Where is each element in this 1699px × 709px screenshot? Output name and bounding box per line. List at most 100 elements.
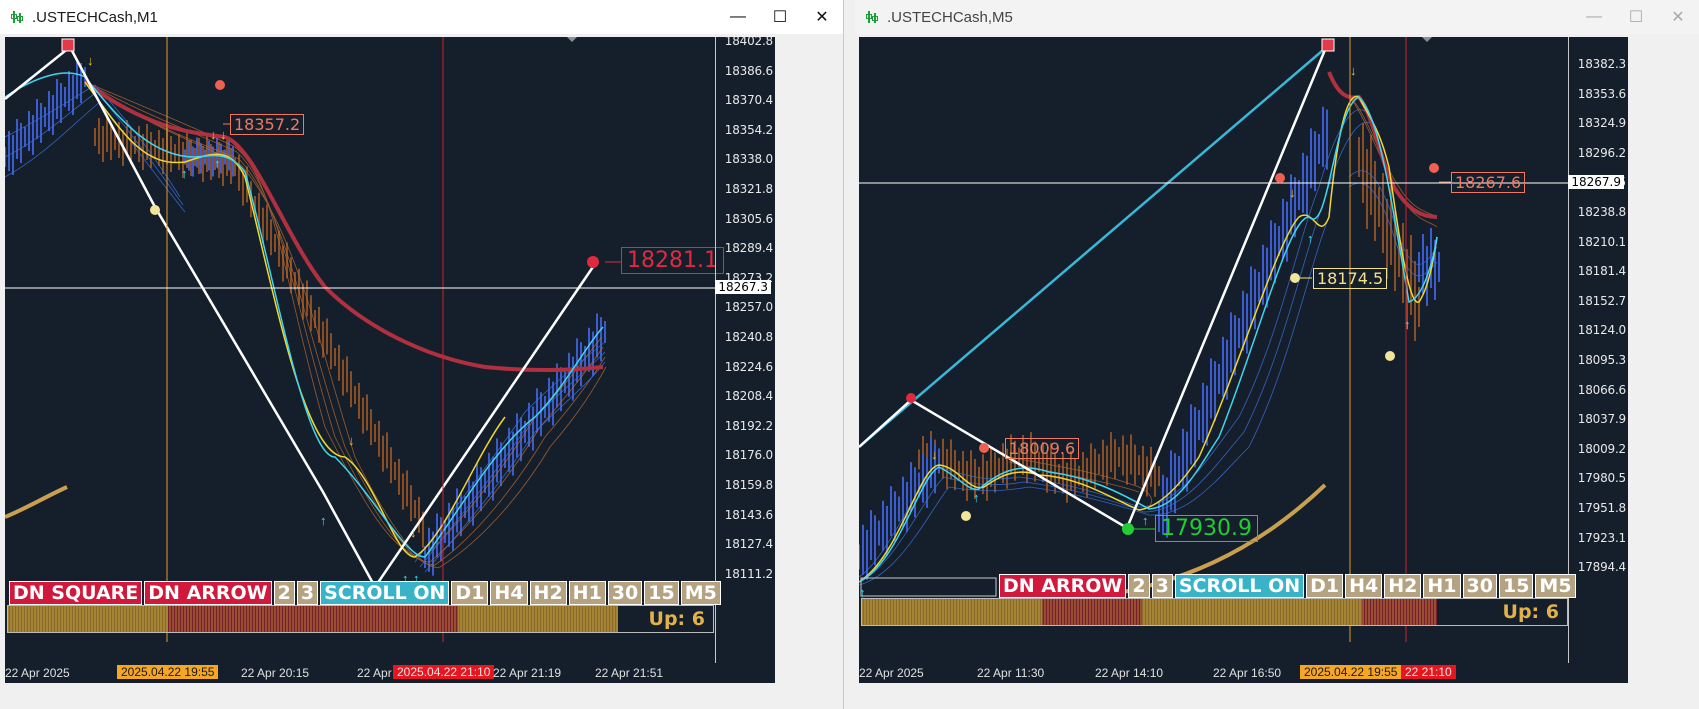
price-tick: 18257.0 xyxy=(724,300,773,315)
time-axis[interactable]: 22 Apr 2025 22 Apr 11:30 22 Apr 14:10 22… xyxy=(859,663,1628,683)
marker-dot-yellow xyxy=(961,511,971,521)
price-chart-m5[interactable]: ↓ ↓ ↓ ↓ ↑ ↑ ↑ ↑ ↑ 18267.6 18174.5 18009.… xyxy=(859,37,1628,683)
minimize-button[interactable]: — xyxy=(1573,0,1615,34)
price-tick: 17951.8 xyxy=(1577,501,1626,515)
toolbar-button-15[interactable]: 15 xyxy=(644,581,679,605)
toolbar-button-15[interactable]: 15 xyxy=(1498,574,1534,598)
toolbar-button-h2[interactable]: H2 xyxy=(1384,574,1422,598)
toolbar-button-h1[interactable]: H1 xyxy=(1423,574,1461,598)
toolbar-button-h4[interactable]: H4 xyxy=(1345,574,1383,598)
chart-window-m1[interactable]: .USTECHCash,M1 — ☐ ✕ ↓ ↓ ↓ ↓ ↓ ↑ ↑ ↑ ↑ ↑… xyxy=(0,0,844,709)
toolbar-button-scroll-on[interactable]: SCROLL ON xyxy=(320,581,450,605)
toolbar-button-dn-arrow[interactable]: DN ARROW xyxy=(999,574,1127,598)
price-label-peak: 18357.2 xyxy=(230,114,305,135)
toolbar-button-m5[interactable]: M5 xyxy=(1535,574,1576,598)
toolbar-button-3[interactable]: 3 xyxy=(1151,574,1173,598)
toolbar-button-3[interactable]: 3 xyxy=(296,581,319,605)
status-strip: Up: 6 xyxy=(7,605,714,633)
up-count: Up: 6 xyxy=(1502,601,1559,623)
price-label-high: 18267.6 xyxy=(1451,172,1526,193)
marker-dot-red xyxy=(587,256,599,268)
toolbar-button-m5[interactable]: M5 xyxy=(680,581,721,605)
toolbar-button-h4[interactable]: H4 xyxy=(490,581,528,605)
toolbar-button-2[interactable]: 2 xyxy=(1128,574,1150,598)
histogram-strip xyxy=(8,606,713,632)
marker-dot-orange xyxy=(215,80,225,90)
time-label: 22 Apr 21:51 xyxy=(595,666,664,680)
price-tick: 18338.0 xyxy=(724,152,773,167)
toolbar-button-2[interactable]: 2 xyxy=(273,581,295,605)
time-label: 22 Apr 11:30 xyxy=(977,666,1045,680)
price-scale[interactable]: 18402.8 18386.6 18370.4 18354.2 18338.0 18321… xyxy=(715,37,775,683)
toolbar-button-scroll-on[interactable]: SCROLL ON xyxy=(1174,574,1305,598)
price-chart-m1[interactable]: ↓ ↓ ↓ ↓ ↓ ↑ ↑ ↑ ↑ ↑ 18357.2 18281.1 1840… xyxy=(5,37,775,683)
marker-dot-red xyxy=(906,393,916,403)
timeframe-toolbar: DN ARROW 2 3 SCROLL ON D1 H4 H2 H1 30 15 M5 xyxy=(999,574,1576,598)
candlestick-app-icon xyxy=(865,9,881,25)
current-price-box: 18267.9 xyxy=(1568,175,1624,189)
time-axis[interactable]: 22 Apr 2025 2025.04.22 19:55 22 Apr 20:1… xyxy=(5,663,775,683)
price-tick: 18181.4 xyxy=(1577,264,1626,279)
price-tick: 18127.4 xyxy=(724,537,773,552)
price-tick: 18402.8 xyxy=(724,37,773,48)
price-tick: 18095.3 xyxy=(1577,353,1626,367)
svg-text:↑: ↑ xyxy=(181,166,188,181)
price-scale[interactable]: 18382.318353.618324.918296.218267.518238… xyxy=(1568,37,1628,683)
minimize-button[interactable]: — xyxy=(717,0,759,34)
price-tick: 18305.6 xyxy=(724,211,773,226)
price-tick: 18159.8 xyxy=(724,478,773,492)
price-tick: 17923.1 xyxy=(1577,530,1626,545)
svg-text:↑: ↑ xyxy=(1307,231,1314,246)
marker-dot-yellow xyxy=(1385,351,1395,361)
price-tick: 18238.8 xyxy=(1577,205,1626,219)
close-button[interactable]: ✕ xyxy=(801,0,843,34)
time-tag-red: 2025.04.22 21:10 xyxy=(393,665,495,679)
time-label: 22 Apr 20:15 xyxy=(241,666,310,680)
marker-dot-green xyxy=(1122,523,1134,535)
price-tick: 18066.6 xyxy=(1577,382,1626,397)
toolbar-button-h2[interactable]: H2 xyxy=(529,581,567,605)
time-label: 22 Apr xyxy=(357,666,392,680)
time-tag-red: 22 21:10 xyxy=(1401,665,1456,679)
svg-text:↑: ↑ xyxy=(973,490,980,505)
svg-text:↓: ↓ xyxy=(1350,63,1357,78)
svg-text:↑: ↑ xyxy=(214,156,221,171)
price-tick: 18353.6 xyxy=(1577,86,1626,101)
toolbar-button-d1[interactable]: D1 xyxy=(451,581,489,605)
price-tick: 18111.2 xyxy=(724,566,773,581)
time-tag-orange: 2025.04.22 19:55 xyxy=(1300,665,1402,679)
marker-dot-orange xyxy=(979,443,989,453)
price-tick: 18224.6 xyxy=(724,359,773,374)
price-tick: 18296.2 xyxy=(1577,145,1626,160)
close-button[interactable]: ✕ xyxy=(1657,0,1699,34)
price-tick: 18143.6 xyxy=(724,507,773,522)
toolbar-button-d1[interactable]: D1 xyxy=(1306,574,1344,598)
price-tick: 18210.1 xyxy=(1577,234,1626,249)
price-tick: 18152.7 xyxy=(1577,293,1626,308)
toolbar-button-dn-square[interactable]: DN SQUARE xyxy=(9,581,143,605)
toolbar-button-30[interactable]: 30 xyxy=(1462,574,1497,598)
marker-dot-orange xyxy=(1429,163,1439,173)
toolbar-button-30[interactable]: 30 xyxy=(607,581,643,605)
toolbar-button-h1[interactable]: H1 xyxy=(568,581,606,605)
time-tag-orange: 2025.04.22 19:55 xyxy=(117,665,219,679)
window-titlebar[interactable]: .USTECHCash,M1 — ☐ ✕ xyxy=(0,0,843,34)
price-tick: 18037.9 xyxy=(1577,412,1626,427)
toolbar-button-dn-arrow[interactable]: DN ARROW xyxy=(144,581,272,605)
time-label: 22 Apr 14:10 xyxy=(1095,666,1164,680)
window-titlebar[interactable]: .USTECHCash,M5 — ☐ ✕ xyxy=(855,0,1699,34)
price-tick: 18354.2 xyxy=(724,122,773,137)
svg-text:↓: ↓ xyxy=(931,447,938,462)
price-label-low: 18009.6 xyxy=(1005,438,1080,459)
time-label: 22 Apr 21:19 xyxy=(493,666,562,680)
price-tick: 18370.4 xyxy=(724,93,773,108)
maximize-button[interactable]: ☐ xyxy=(1615,0,1657,34)
marker-dot-orange xyxy=(1275,173,1285,183)
price-tick: 18386.6 xyxy=(724,63,773,78)
price-tick: 18192.2 xyxy=(724,418,773,433)
price-tick: 18208.4 xyxy=(724,389,773,404)
price-tick: 18176.0 xyxy=(724,448,773,463)
chart-window-m5[interactable]: .USTECHCash,M5 — ☐ ✕ ↓ ↓ ↓ ↓ ↑ ↑ ↑ ↑ ↑ 1… xyxy=(855,0,1699,709)
maximize-button[interactable]: ☐ xyxy=(759,0,801,34)
time-label: 22 Apr 16:50 xyxy=(1213,666,1282,680)
